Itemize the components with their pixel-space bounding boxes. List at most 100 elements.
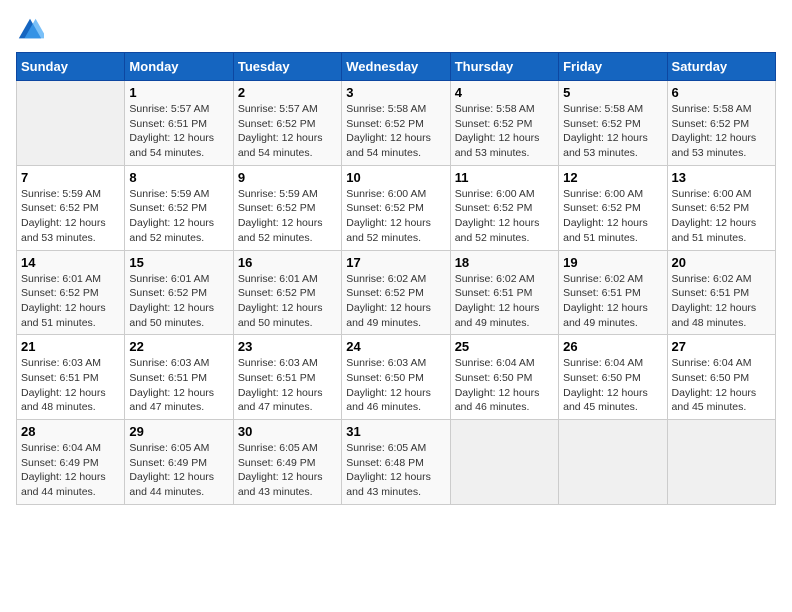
calendar-cell: 25 Sunrise: 6:04 AMSunset: 6:50 PMDayligh… (450, 335, 558, 420)
day-info: Sunrise: 6:04 AMSunset: 6:50 PMDaylight:… (563, 356, 662, 415)
day-info: Sunrise: 5:59 AMSunset: 6:52 PMDaylight:… (238, 187, 337, 246)
calendar-cell: 9Sunrise: 5:59 AMSunset: 6:52 PMDaylight… (233, 165, 341, 250)
header-cell-friday: Friday (559, 53, 667, 81)
header (16, 16, 776, 44)
calendar-cell (667, 420, 775, 505)
calendar-cell: 18 Sunrise: 6:02 AMSunset: 6:51 PMDayligh… (450, 250, 558, 335)
calendar-cell: 3 Sunrise: 5:58 AMSunset: 6:52 PMDaylight… (342, 81, 450, 166)
calendar-cell: 31Sunrise: 6:05 AMSunset: 6:48 PMDayligh… (342, 420, 450, 505)
day-number: 16 (238, 255, 337, 270)
day-number: 1 (129, 85, 228, 100)
logo (16, 16, 48, 44)
calendar-week-1: 1 Sunrise: 5:57 AMSunset: 6:51 PMDaylight… (17, 81, 776, 166)
day-info: Sunrise: 6:03 AMSunset: 6:51 PMDaylight:… (129, 356, 228, 415)
day-info: Sunrise: 6:00 AMSunset: 6:52 PMDaylight:… (672, 187, 771, 246)
header-cell-wednesday: Wednesday (342, 53, 450, 81)
calendar-cell: 10 Sunrise: 6:00 AMSunset: 6:52 PMDayligh… (342, 165, 450, 250)
logo-icon (16, 16, 44, 44)
day-number: 6 (672, 85, 771, 100)
day-number: 4 (455, 85, 554, 100)
calendar-cell: 2Sunrise: 5:57 AMSunset: 6:52 PMDaylight… (233, 81, 341, 166)
day-number: 19 (563, 255, 662, 270)
calendar-cell: 27 Sunrise: 6:04 AMSunset: 6:50 PMDayligh… (667, 335, 775, 420)
calendar-cell: 5 Sunrise: 5:58 AMSunset: 6:52 PMDaylight… (559, 81, 667, 166)
calendar-cell: 28 Sunrise: 6:04 AMSunset: 6:49 PMDayligh… (17, 420, 125, 505)
calendar-cell: 19Sunrise: 6:02 AMSunset: 6:51 PMDayligh… (559, 250, 667, 335)
day-info: Sunrise: 5:58 AMSunset: 6:52 PMDaylight:… (672, 102, 771, 161)
day-info: Sunrise: 5:57 AMSunset: 6:51 PMDaylight:… (129, 102, 228, 161)
day-number: 17 (346, 255, 445, 270)
day-info: Sunrise: 5:58 AMSunset: 6:52 PMDaylight:… (455, 102, 554, 161)
day-number: 28 (21, 424, 120, 439)
calendar-week-2: 7 Sunrise: 5:59 AMSunset: 6:52 PMDaylight… (17, 165, 776, 250)
day-number: 22 (129, 339, 228, 354)
header-cell-thursday: Thursday (450, 53, 558, 81)
day-number: 12 (563, 170, 662, 185)
calendar-cell: 4 Sunrise: 5:58 AMSunset: 6:52 PMDaylight… (450, 81, 558, 166)
day-number: 18 (455, 255, 554, 270)
day-number: 29 (129, 424, 228, 439)
day-info: Sunrise: 6:00 AMSunset: 6:52 PMDaylight:… (563, 187, 662, 246)
day-info: Sunrise: 6:03 AMSunset: 6:51 PMDaylight:… (21, 356, 120, 415)
calendar-cell: 12 Sunrise: 6:00 AMSunset: 6:52 PMDayligh… (559, 165, 667, 250)
day-number: 7 (21, 170, 120, 185)
day-info: Sunrise: 6:04 AMSunset: 6:49 PMDaylight:… (21, 441, 120, 500)
day-number: 5 (563, 85, 662, 100)
header-cell-saturday: Saturday (667, 53, 775, 81)
calendar-cell: 16 Sunrise: 6:01 AMSunset: 6:52 PMDayligh… (233, 250, 341, 335)
calendar-cell: 15Sunrise: 6:01 AMSunset: 6:52 PMDayligh… (125, 250, 233, 335)
day-info: Sunrise: 6:03 AMSunset: 6:51 PMDaylight:… (238, 356, 337, 415)
day-info: Sunrise: 6:02 AMSunset: 6:51 PMDaylight:… (672, 272, 771, 331)
calendar-week-4: 21Sunrise: 6:03 AMSunset: 6:51 PMDayligh… (17, 335, 776, 420)
calendar-cell: 23Sunrise: 6:03 AMSunset: 6:51 PMDayligh… (233, 335, 341, 420)
calendar-cell: 8Sunrise: 5:59 AMSunset: 6:52 PMDaylight… (125, 165, 233, 250)
calendar-cell (559, 420, 667, 505)
day-info: Sunrise: 6:05 AMSunset: 6:49 PMDaylight:… (129, 441, 228, 500)
day-info: Sunrise: 6:01 AMSunset: 6:52 PMDaylight:… (238, 272, 337, 331)
calendar-cell: 29 Sunrise: 6:05 AMSunset: 6:49 PMDayligh… (125, 420, 233, 505)
day-info: Sunrise: 6:00 AMSunset: 6:52 PMDaylight:… (346, 187, 445, 246)
calendar-cell: 26 Sunrise: 6:04 AMSunset: 6:50 PMDayligh… (559, 335, 667, 420)
day-info: Sunrise: 6:02 AMSunset: 6:52 PMDaylight:… (346, 272, 445, 331)
day-info: Sunrise: 5:58 AMSunset: 6:52 PMDaylight:… (346, 102, 445, 161)
day-info: Sunrise: 5:59 AMSunset: 6:52 PMDaylight:… (129, 187, 228, 246)
day-info: Sunrise: 6:03 AMSunset: 6:50 PMDaylight:… (346, 356, 445, 415)
calendar-table: SundayMondayTuesdayWednesdayThursdayFrid… (16, 52, 776, 505)
day-number: 11 (455, 170, 554, 185)
day-number: 27 (672, 339, 771, 354)
calendar-cell: 30Sunrise: 6:05 AMSunset: 6:49 PMDayligh… (233, 420, 341, 505)
calendar-cell: 21Sunrise: 6:03 AMSunset: 6:51 PMDayligh… (17, 335, 125, 420)
day-info: Sunrise: 5:58 AMSunset: 6:52 PMDaylight:… (563, 102, 662, 161)
day-info: Sunrise: 6:02 AMSunset: 6:51 PMDaylight:… (455, 272, 554, 331)
header-cell-monday: Monday (125, 53, 233, 81)
day-info: Sunrise: 6:04 AMSunset: 6:50 PMDaylight:… (672, 356, 771, 415)
day-number: 10 (346, 170, 445, 185)
calendar-cell: 13 Sunrise: 6:00 AMSunset: 6:52 PMDayligh… (667, 165, 775, 250)
calendar-cell: 14 Sunrise: 6:01 AMSunset: 6:52 PMDayligh… (17, 250, 125, 335)
calendar-week-3: 14 Sunrise: 6:01 AMSunset: 6:52 PMDayligh… (17, 250, 776, 335)
day-info: Sunrise: 6:00 AMSunset: 6:52 PMDaylight:… (455, 187, 554, 246)
calendar-cell (450, 420, 558, 505)
day-info: Sunrise: 6:01 AMSunset: 6:52 PMDaylight:… (21, 272, 120, 331)
day-number: 25 (455, 339, 554, 354)
calendar-header-row: SundayMondayTuesdayWednesdayThursdayFrid… (17, 53, 776, 81)
day-info: Sunrise: 5:57 AMSunset: 6:52 PMDaylight:… (238, 102, 337, 161)
calendar-cell (17, 81, 125, 166)
calendar-cell: 17 Sunrise: 6:02 AMSunset: 6:52 PMDayligh… (342, 250, 450, 335)
header-cell-tuesday: Tuesday (233, 53, 341, 81)
calendar-cell: 1 Sunrise: 5:57 AMSunset: 6:51 PMDaylight… (125, 81, 233, 166)
header-cell-sunday: Sunday (17, 53, 125, 81)
calendar-cell: 6 Sunrise: 5:58 AMSunset: 6:52 PMDaylight… (667, 81, 775, 166)
day-info: Sunrise: 6:05 AMSunset: 6:48 PMDaylight:… (346, 441, 445, 500)
day-info: Sunrise: 6:04 AMSunset: 6:50 PMDaylight:… (455, 356, 554, 415)
day-number: 14 (21, 255, 120, 270)
day-number: 20 (672, 255, 771, 270)
calendar-cell: 22 Sunrise: 6:03 AMSunset: 6:51 PMDayligh… (125, 335, 233, 420)
day-number: 26 (563, 339, 662, 354)
calendar-cell: 11 Sunrise: 6:00 AMSunset: 6:52 PMDayligh… (450, 165, 558, 250)
day-number: 13 (672, 170, 771, 185)
calendar-cell: 20 Sunrise: 6:02 AMSunset: 6:51 PMDayligh… (667, 250, 775, 335)
day-number: 15 (129, 255, 228, 270)
day-number: 3 (346, 85, 445, 100)
day-number: 30 (238, 424, 337, 439)
